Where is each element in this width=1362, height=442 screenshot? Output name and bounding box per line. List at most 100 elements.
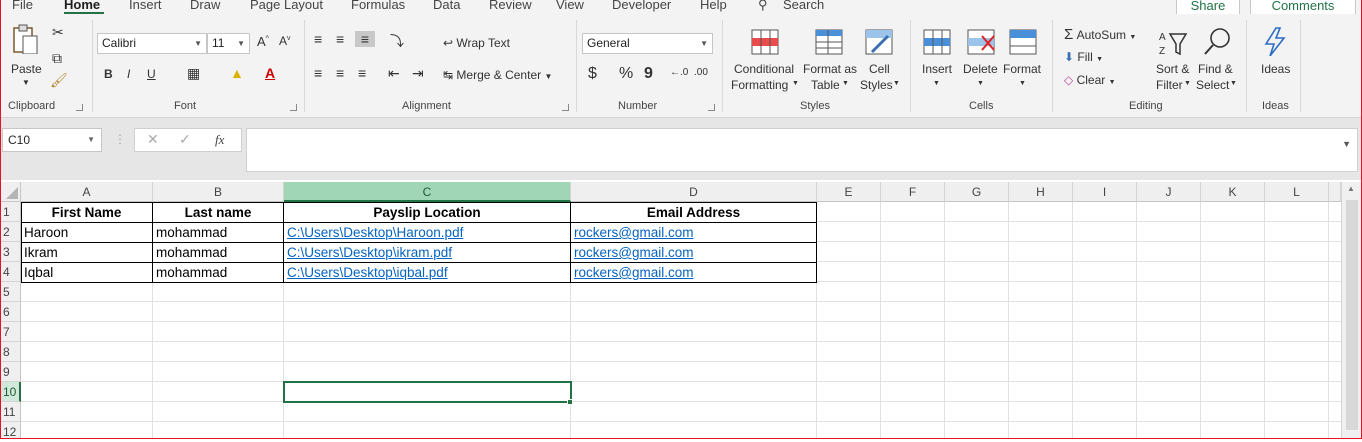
decrease-indent-icon[interactable]: ⇤ <box>388 65 400 82</box>
spreadsheet-grid[interactable]: A B C D E F G H I J K L ▲ 1 2 3 4 5 6 7 … <box>0 182 1362 439</box>
delete-cells-icon[interactable] <box>966 28 996 58</box>
borders-icon[interactable]: ▦ <box>187 65 200 82</box>
chevron-down-icon[interactable]: ▼ <box>792 80 799 87</box>
tab-view[interactable]: View <box>556 0 584 12</box>
decrease-font-icon[interactable]: Av <box>279 34 291 48</box>
column-header-c[interactable]: C <box>284 182 571 202</box>
format-painter-icon[interactable]: 🖌 <box>50 72 68 89</box>
cut-icon[interactable]: ✂ <box>52 24 64 41</box>
align-middle-icon[interactable]: ≡ <box>336 31 344 47</box>
row-header-6[interactable]: 6 <box>0 302 21 322</box>
font-launcher-icon[interactable] <box>290 104 297 111</box>
copy-icon[interactable]: ⧉ <box>52 50 62 67</box>
align-center-icon[interactable]: ≡ <box>336 65 344 81</box>
row-header-8[interactable]: 8 <box>0 342 21 362</box>
cell-styles-icon[interactable] <box>864 28 894 58</box>
decrease-decimal-icon[interactable]: .00 <box>694 67 708 78</box>
chevron-down-icon[interactable]: ▼ <box>933 80 940 87</box>
column-header-d[interactable]: D <box>571 182 817 202</box>
cell-a4[interactable]: Iqbal <box>21 263 153 283</box>
column-header-b[interactable]: B <box>153 182 284 202</box>
tab-data[interactable]: Data <box>433 0 460 12</box>
wrap-text-button[interactable]: ↩ Wrap Text <box>443 36 510 50</box>
sort-filter-label-1[interactable]: Sort & <box>1156 62 1189 76</box>
orientation-icon[interactable]: ⤵ <box>390 31 404 51</box>
fill-button[interactable]: ⬇ Fill ▼ <box>1064 50 1103 64</box>
find-select-icon[interactable] <box>1202 26 1232 56</box>
cell-c1[interactable]: Payslip Location <box>284 203 571 223</box>
column-header-j[interactable]: J <box>1137 182 1201 202</box>
number-launcher-icon[interactable] <box>708 104 715 111</box>
format-as-table-label-2[interactable]: Table <box>811 78 840 92</box>
select-all-button[interactable] <box>0 182 21 202</box>
column-header-a[interactable]: A <box>21 182 153 202</box>
enter-icon[interactable]: ✓ <box>179 131 191 148</box>
ideas-icon[interactable] <box>1260 26 1290 56</box>
conditional-formatting-label-2[interactable]: Formatting <box>731 78 788 92</box>
format-cells-label[interactable]: Format <box>1003 62 1041 76</box>
column-header-g[interactable]: G <box>945 182 1009 202</box>
comments-button[interactable]: Comments <box>1250 0 1356 15</box>
cell-b2[interactable]: mohammad <box>153 223 284 243</box>
cell-a2[interactable]: Haroon <box>21 223 153 243</box>
cell-c4-link[interactable]: C:\Users\Desktop\iqbal.pdf <box>284 263 571 283</box>
vertical-scrollbar[interactable]: ▲ <box>1341 182 1362 439</box>
insert-cells-label[interactable]: Insert <box>922 62 952 76</box>
fill-color-icon[interactable]: ▲ <box>230 65 244 81</box>
tab-draw[interactable]: Draw <box>190 0 220 12</box>
share-button[interactable]: Share <box>1176 0 1240 15</box>
increase-indent-icon[interactable]: ⇥ <box>412 65 424 82</box>
chevron-down-icon[interactable]: ▼ <box>893 80 900 87</box>
tab-formulas[interactable]: Formulas <box>351 0 405 12</box>
chevron-down-icon[interactable]: ▼ <box>1230 80 1237 87</box>
insert-cells-icon[interactable] <box>922 28 952 58</box>
find-select-label-2[interactable]: Select <box>1196 78 1229 92</box>
conditional-formatting-icon[interactable] <box>750 28 780 58</box>
conditional-formatting-label-1[interactable]: Conditional <box>734 62 794 76</box>
cell-d2-link[interactable]: rockers@gmail.com <box>571 223 817 243</box>
row-header-2[interactable]: 2 <box>0 222 21 242</box>
bold-button[interactable]: B <box>104 67 113 81</box>
cell-d4-link[interactable]: rockers@gmail.com <box>571 263 817 283</box>
italic-button[interactable]: I <box>127 67 130 81</box>
paste-label[interactable]: Paste <box>11 62 42 76</box>
percent-button[interactable]: % <box>619 65 633 83</box>
row-header-9[interactable]: 9 <box>0 362 21 382</box>
row-header-12[interactable]: 12 <box>0 422 21 439</box>
align-top-icon[interactable]: ≡ <box>314 31 322 47</box>
name-box[interactable]: C10 ▼ <box>2 128 102 152</box>
align-right-icon[interactable]: ≡ <box>358 65 366 81</box>
formula-input[interactable]: ▼ <box>246 128 1358 172</box>
align-left-icon[interactable]: ≡ <box>314 65 322 81</box>
row-header-1[interactable]: 1 <box>0 202 21 222</box>
delete-cells-label[interactable]: Delete <box>963 62 998 76</box>
increase-decimal-icon[interactable]: ←.0 <box>670 67 688 78</box>
autosum-button[interactable]: Σ AutoSum ▼ <box>1064 26 1136 43</box>
paste-icon[interactable] <box>10 24 40 54</box>
underline-button[interactable]: U <box>147 67 156 81</box>
chevron-down-icon[interactable]: ▼ <box>977 80 984 87</box>
increase-font-icon[interactable]: A^ <box>257 34 269 49</box>
row-header-10[interactable]: 10 <box>0 382 21 402</box>
cell-b3[interactable]: mohammad <box>153 243 284 263</box>
currency-button[interactable]: $ <box>588 65 597 83</box>
font-name-dropdown[interactable]: Calibri ▼ <box>97 33 207 54</box>
column-header-h[interactable]: H <box>1009 182 1073 202</box>
chevron-down-icon[interactable]: ▼ <box>1342 139 1351 149</box>
tab-developer[interactable]: Developer <box>612 0 671 12</box>
cancel-icon[interactable]: ✕ <box>147 131 159 148</box>
chevron-down-icon[interactable]: ▼ <box>1019 80 1026 87</box>
sort-filter-icon[interactable]: A Z <box>1158 28 1188 58</box>
row-header-3[interactable]: 3 <box>0 242 21 262</box>
row-header-5[interactable]: 5 <box>0 282 21 302</box>
tab-insert[interactable]: Insert <box>129 0 162 12</box>
tab-home[interactable]: Home <box>64 0 100 12</box>
comma-style-button[interactable]: 9 <box>644 65 653 83</box>
column-header-k[interactable]: K <box>1201 182 1265 202</box>
tab-review[interactable]: Review <box>489 0 532 12</box>
column-header-e[interactable]: E <box>817 182 881 202</box>
align-bottom-icon[interactable]: ≡ <box>355 31 375 47</box>
column-header-l[interactable]: L <box>1265 182 1329 202</box>
cell-a1[interactable]: First Name <box>21 203 153 223</box>
tab-page-layout[interactable]: Page Layout <box>250 0 323 12</box>
